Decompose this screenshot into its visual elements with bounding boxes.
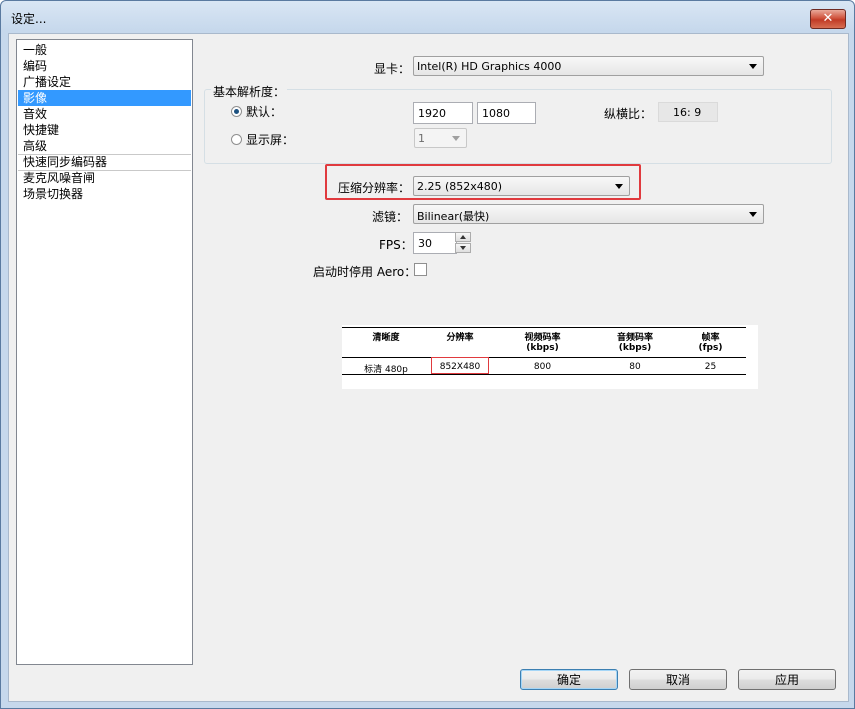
base-width-input[interactable]: 1920 — [413, 102, 473, 124]
base-resolution-label: 基本解析度： — [211, 83, 288, 100]
downscale-select-value: 2.25 (852x480) — [417, 180, 503, 193]
downscale-label: 压缩分辨率： — [338, 181, 411, 195]
table-cell: 852X480 — [439, 362, 481, 372]
monitor-select-value: 1 — [418, 132, 425, 145]
table-rule — [342, 374, 746, 375]
downscale-select[interactable]: 2.25 (852x480) — [413, 176, 630, 196]
base-height-value: 1080 — [482, 107, 510, 120]
monitor-label: 显示屏： — [246, 133, 295, 147]
chevron-down-icon — [615, 184, 623, 189]
base-width-value: 1920 — [418, 107, 446, 120]
disable-aero-checkbox[interactable] — [414, 263, 427, 276]
sidebar-item-broadcast[interactable]: 广播设定 — [18, 74, 191, 90]
table-header-video-bitrate: 视频码率 (kbps) — [490, 330, 595, 353]
table-rule — [342, 327, 746, 328]
sidebar-item-quicksync[interactable]: 快速同步编码器 — [18, 154, 191, 170]
table-header-audio-bitrate: 音频码率 (kbps) — [595, 330, 675, 353]
header-unit: (fps) — [698, 343, 723, 353]
table-header-framerate: 帧率 (fps) — [675, 330, 746, 353]
cancel-button[interactable]: 取消 — [629, 669, 727, 690]
fps-label: FPS： — [379, 238, 413, 252]
dialog-client: 一般 编码 广播设定 影像 音效 快捷键 高级 快速同步编码器 麦克风噪音闸 场… — [8, 33, 849, 702]
header-text: 视频码率 — [524, 333, 561, 343]
monitor-resolution-radio[interactable] — [231, 134, 242, 145]
gpu-select-value: Intel(R) HD Graphics 4000 — [417, 60, 562, 73]
close-icon: ✕ — [822, 11, 834, 26]
aspect-ratio-value: 16: 9 — [673, 106, 702, 119]
close-button[interactable]: ✕ — [810, 9, 846, 29]
aspect-ratio-label: 纵横比： — [604, 107, 653, 121]
ok-button[interactable]: 确定 — [520, 669, 618, 690]
title-bar[interactable]: 设定... ✕ — [1, 1, 854, 33]
default-resolution-label: 默认： — [246, 105, 283, 119]
header-text: 分辨率 — [446, 333, 474, 343]
sidebar-item-hotkeys[interactable]: 快捷键 — [18, 122, 191, 138]
sidebar-item-video[interactable]: 影像 — [18, 90, 191, 106]
gpu-label: 显卡： — [374, 62, 411, 76]
table-header-definition: 清晰度 — [342, 330, 430, 343]
fps-spinner[interactable] — [455, 232, 472, 254]
table-cell: 800 — [533, 362, 552, 372]
sidebar-item-general[interactable]: 一般 — [18, 42, 191, 58]
chevron-down-icon — [749, 64, 757, 69]
monitor-select[interactable]: 1 — [414, 128, 467, 148]
filter-select[interactable]: Bilinear(最快) — [413, 204, 764, 224]
window-title: 设定... — [11, 12, 47, 26]
base-height-input[interactable]: 1080 — [477, 102, 536, 124]
filter-label: 滤镜： — [372, 210, 409, 224]
fps-input[interactable]: 30 — [413, 232, 457, 254]
base-resolution-group — [204, 89, 832, 164]
settings-window: 设定... ✕ 一般 编码 广播设定 影像 音效 快捷键 高级 快速同步编码器 … — [0, 0, 855, 709]
table-cell: 80 — [629, 362, 641, 372]
gpu-select[interactable]: Intel(R) HD Graphics 4000 — [413, 56, 764, 76]
spin-up-icon[interactable] — [455, 232, 471, 242]
header-text: 音频码率 — [616, 333, 653, 343]
disable-aero-label: 启动时停用 Aero： — [313, 265, 417, 279]
sidebar-item-encoding[interactable]: 编码 — [18, 58, 191, 74]
sidebar-item-noise-gate[interactable]: 麦克风噪音闸 — [18, 170, 191, 186]
header-text: 清晰度 — [372, 333, 400, 343]
sidebar-item-advanced[interactable]: 高级 — [18, 138, 191, 154]
table-header-resolution: 分辨率 — [430, 330, 490, 343]
chevron-down-icon — [749, 212, 757, 217]
settings-category-list[interactable]: 一般 编码 广播设定 影像 音效 快捷键 高级 快速同步编码器 麦克风噪音闸 场… — [16, 39, 193, 665]
bitrate-reference-table: 清晰度 分辨率 视频码率 (kbps) 音频码率 (kbps) 帧率 (fps) 标清… — [342, 325, 758, 389]
header-unit: (kbps) — [618, 343, 652, 353]
spin-down-icon[interactable] — [455, 243, 471, 253]
fps-value: 30 — [418, 237, 432, 250]
aspect-ratio-display: 16: 9 — [658, 102, 718, 122]
filter-select-value: Bilinear(最快) — [417, 210, 490, 223]
apply-button[interactable]: 应用 — [738, 669, 836, 690]
chevron-down-icon — [452, 136, 460, 141]
header-unit: (kbps) — [526, 343, 559, 353]
table-cell: 25 — [704, 362, 717, 372]
sidebar-item-audio[interactable]: 音效 — [18, 106, 191, 122]
default-resolution-radio[interactable] — [231, 106, 242, 117]
header-text: 帧率 — [701, 333, 720, 343]
sidebar-item-scene-switcher[interactable]: 场景切换器 — [18, 186, 191, 202]
table-rule — [342, 357, 746, 358]
